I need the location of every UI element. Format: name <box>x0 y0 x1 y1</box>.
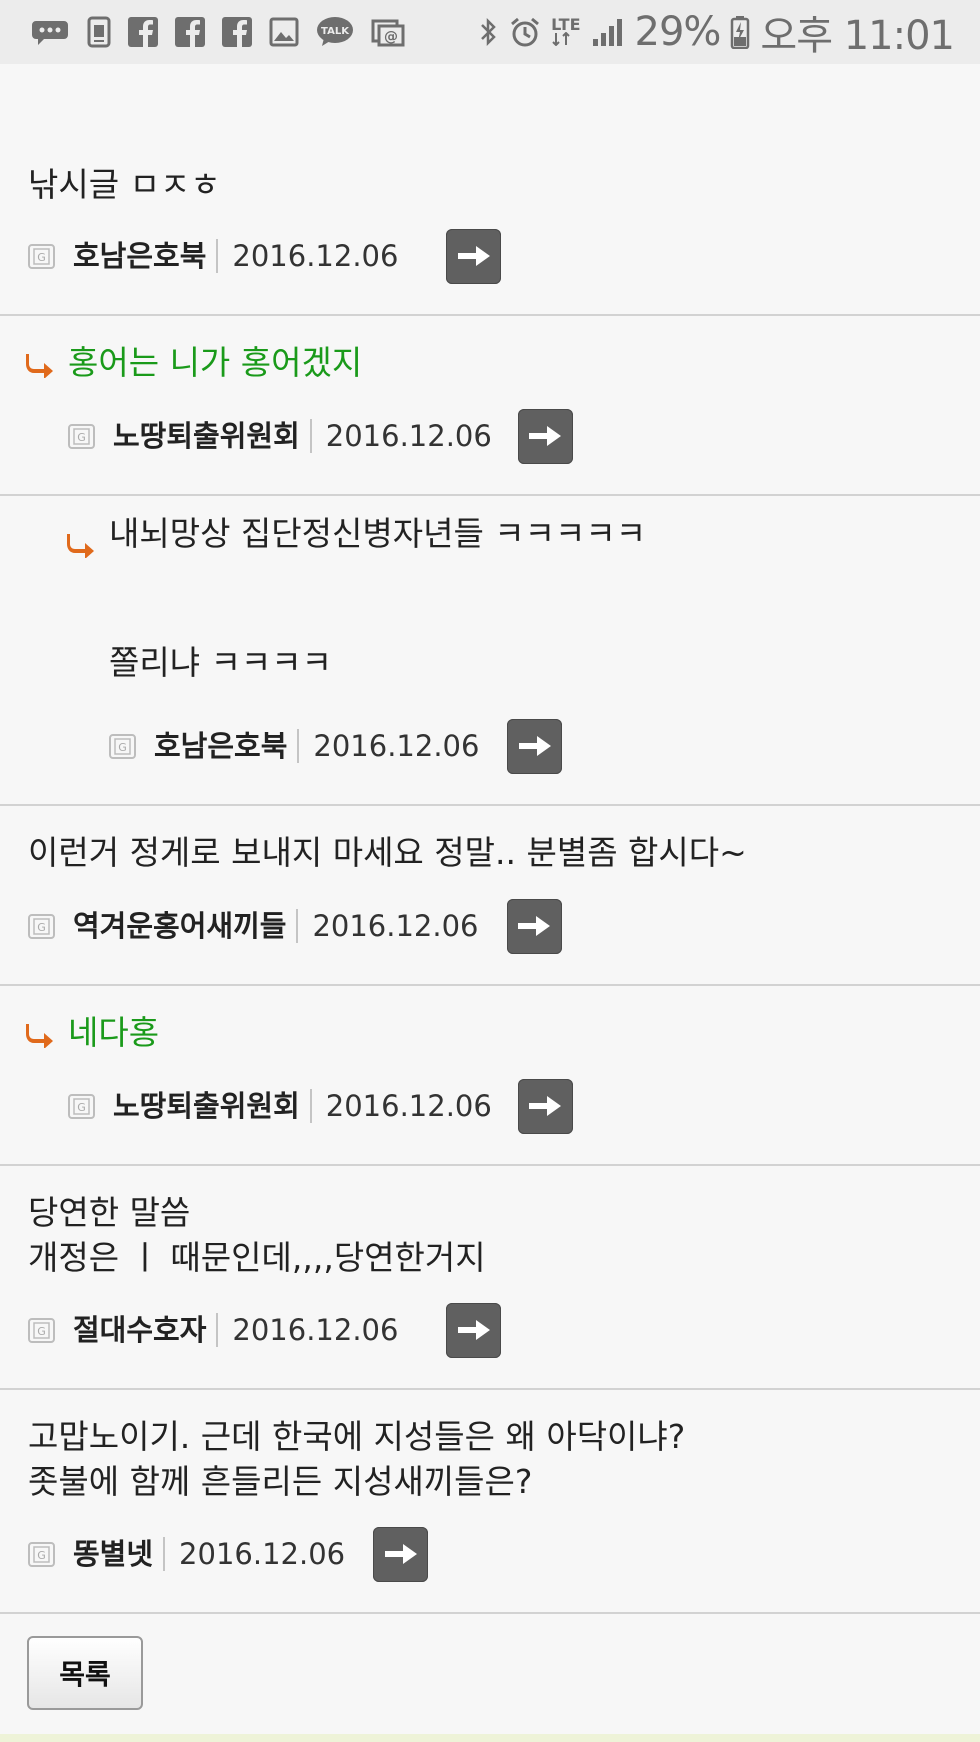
svg-text:G: G <box>118 741 127 754</box>
battery-charging-icon <box>730 15 750 49</box>
battery-percent: 29% <box>634 9 722 55</box>
comment-meta: G 노땅퇴출위원회 2016.12.06 <box>68 406 573 466</box>
comment-body: 고맙노이기. 근데 한국에 지성들은 왜 아닥이냐? 좃불에 함께 흔들리든 지… <box>28 1417 686 1501</box>
network-type: LTE <box>551 15 581 34</box>
comment-item: 내뇌망상 집단정신병자년들 ㅋㅋㅋㅋㅋ 쫄리냐 ㅋㅋㅋㅋ G 호남은호북 201… <box>0 496 980 806</box>
alarm-icon <box>509 16 541 48</box>
comment-date: 2016.12.06 <box>325 419 492 453</box>
facebook-icon <box>128 17 158 47</box>
arrow-right-icon <box>457 1320 490 1340</box>
arrow-right-icon <box>529 426 562 446</box>
comment-item: 홍어는 니가 홍어겠지 G 노땅퇴출위원회 2016.12.06 <box>0 316 980 496</box>
bluetooth-icon <box>479 16 499 48</box>
svg-text:@: @ <box>384 29 398 45</box>
comment-author[interactable]: 호남은호북 <box>73 239 219 273</box>
g-icon: G <box>68 1093 95 1119</box>
comment-meta: G 노땅퇴출위원회 2016.12.06 <box>68 1076 573 1136</box>
comment-author[interactable]: 역겨운홍어새끼들 <box>73 909 299 943</box>
svg-text:G: G <box>77 431 86 444</box>
comment-list: 낚시글 ㅁㅈㅎ G 호남은호북 2016.12.06 홍어는 니가 홍어겠지 G… <box>0 64 980 1614</box>
g-icon: G <box>28 1317 55 1343</box>
list-button[interactable]: 목록 <box>27 1636 143 1710</box>
reply-arrow-icon <box>26 354 53 378</box>
comment-author[interactable]: 노땅퇴출위원회 <box>113 419 312 453</box>
comment-body: 네다홍 <box>68 1013 160 1052</box>
arrow-right-icon <box>529 1096 562 1116</box>
arrow-right-icon <box>457 246 490 266</box>
comment-author[interactable]: 호남은호북 <box>154 729 300 763</box>
comment-link-button[interactable] <box>506 898 562 954</box>
g-icon: G <box>28 1541 55 1567</box>
sim-card-icon <box>87 16 111 48</box>
g-icon: G <box>109 733 136 759</box>
g-icon: G <box>28 243 55 269</box>
svg-text:G: G <box>37 1549 46 1562</box>
g-icon: G <box>28 913 55 939</box>
kakaotalk-icon: TALK <box>316 16 354 48</box>
reply-arrow-icon <box>26 1024 53 1048</box>
arrow-right-icon <box>518 916 550 936</box>
comment-item: 고맙노이기. 근데 한국에 지성들은 왜 아닥이냐? 좃불에 함께 흔들리든 지… <box>0 1390 980 1614</box>
reply-arrow-icon <box>67 534 94 558</box>
notification-icons: TALK @ <box>30 16 422 48</box>
svg-text:G: G <box>77 1101 86 1114</box>
email-icon: @ <box>371 17 405 47</box>
comment-body: 내뇌망상 집단정신병자년들 ㅋㅋㅋㅋㅋ 쫄리냐 ㅋㅋㅋㅋ <box>109 514 647 682</box>
comment-item: 당연한 말씀 개정은 ㅣ 때문인데,,,,당연한거지 G 절대수호자 2016.… <box>0 1166 980 1390</box>
svg-text:TALK: TALK <box>321 26 350 37</box>
comment-link-button[interactable] <box>517 1078 573 1134</box>
comment-date: 2016.12.06 <box>325 1089 492 1123</box>
comment-meta: G 똥별넷 2016.12.06 <box>28 1524 429 1584</box>
comment-author[interactable]: 똥별넷 <box>73 1537 166 1571</box>
comment-date: 2016.12.06 <box>232 239 399 273</box>
arrow-right-icon <box>518 736 551 756</box>
svg-text:G: G <box>37 921 46 934</box>
bottom-strip <box>0 1734 980 1742</box>
comment-meta: G 역겨운홍어새끼들 2016.12.06 <box>28 896 562 956</box>
comment-author[interactable]: 노땅퇴출위원회 <box>113 1089 312 1123</box>
signal-icon <box>591 17 625 47</box>
clock: 오후 11:01 <box>760 13 955 59</box>
g-icon: G <box>68 423 95 449</box>
comment-meta: G 절대수호자 2016.12.06 <box>28 1300 502 1360</box>
image-icon <box>269 17 299 47</box>
facebook-icon <box>175 17 205 47</box>
comment-item: 이런거 정게로 보내지 마세요 정말.. 분별좀 합시다~ G 역겨운홍어새끼들… <box>0 806 980 986</box>
comment-item: 낚시글 ㅁㅈㅎ G 호남은호북 2016.12.06 <box>0 70 980 316</box>
comment-body: 낚시글 ㅁㅈㅎ <box>28 165 221 204</box>
comment-date: 2016.12.06 <box>232 1313 399 1347</box>
comment-date: 2016.12.06 <box>312 909 479 943</box>
status-bar: TALK @ LTE 29% 오후 11:01 <box>0 0 980 64</box>
system-icons: LTE 29% 오후 11:01 <box>469 3 955 61</box>
comment-link-button[interactable] <box>446 228 502 284</box>
comment-link-button[interactable] <box>517 408 573 464</box>
comment-link-button[interactable] <box>373 1526 429 1582</box>
comment-date: 2016.12.06 <box>313 729 480 763</box>
comment-meta: G 호남은호북 2016.12.06 <box>109 716 563 776</box>
lte-icon: LTE <box>551 15 581 46</box>
comment-body: 당연한 말씀 개정은 ㅣ 때문인데,,,,당연한거지 <box>28 1193 486 1277</box>
comment-meta: G 호남은호북 2016.12.06 <box>28 226 502 286</box>
comment-body: 이런거 정게로 보내지 마세요 정말.. 분별좀 합시다~ <box>28 833 747 872</box>
svg-text:G: G <box>37 251 46 264</box>
comment-body: 홍어는 니가 홍어겠지 <box>68 343 363 382</box>
comment-author[interactable]: 절대수호자 <box>73 1313 219 1347</box>
comment-date: 2016.12.06 <box>179 1537 346 1571</box>
comment-link-button[interactable] <box>507 718 563 774</box>
facebook-icon <box>222 17 252 47</box>
svg-text:G: G <box>37 1325 46 1338</box>
comment-link-button[interactable] <box>446 1302 502 1358</box>
more-icon <box>30 17 70 47</box>
arrow-right-icon <box>384 1544 417 1564</box>
comment-item: 네다홍 G 노땅퇴출위원회 2016.12.06 <box>0 986 980 1166</box>
